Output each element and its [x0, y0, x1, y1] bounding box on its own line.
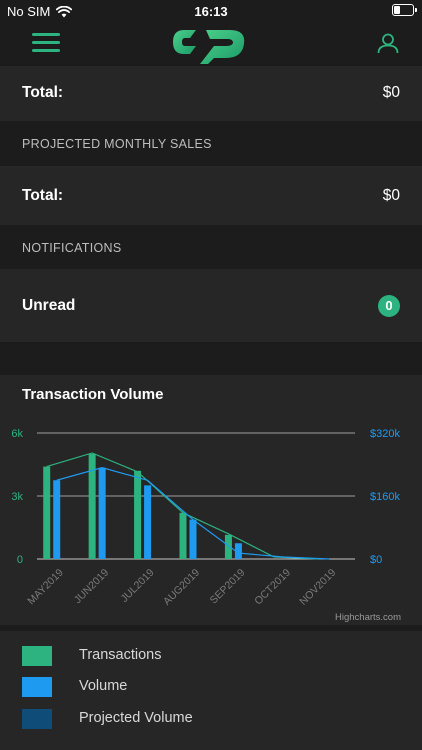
legend-label-transactions: Transactions: [79, 647, 162, 663]
projected-total-value: $0: [382, 187, 400, 204]
x-tick-label: SEP2019: [208, 567, 248, 607]
menu-icon[interactable]: [32, 31, 60, 55]
legend-swatch-transactions: [22, 646, 52, 666]
notifications-header: NOTIFICATIONS: [22, 241, 122, 255]
summary-total-row: Total: $0: [0, 66, 422, 121]
status-right: [392, 4, 417, 16]
legend-swatch-volume: [22, 677, 52, 697]
legend-label-volume: Volume: [79, 678, 128, 694]
status-time: 16:13: [194, 4, 228, 19]
chart-credits[interactable]: Highcharts.com: [335, 612, 401, 623]
status-bar: No SIM 16:13: [0, 0, 422, 22]
battery-icon: [392, 4, 417, 16]
unread-badge: 0: [378, 295, 400, 317]
summary-total-value: $0: [382, 84, 400, 101]
y-left-tick-label: 3k: [11, 491, 23, 503]
y-left-tick-label: 0: [17, 554, 23, 566]
y-right-tick-label: $320k: [370, 428, 400, 440]
user-icon[interactable]: [377, 32, 399, 54]
summary-total-label: Total:: [22, 84, 64, 101]
projected-header: PROJECTED MONTHLY SALES: [22, 137, 212, 151]
bar-volume: [53, 480, 61, 559]
bar-volume: [189, 519, 197, 559]
bar-volume: [144, 485, 152, 559]
bar-volume: [98, 467, 106, 559]
y-right-tick-label: $160k: [370, 491, 400, 503]
y-right-tick-label: $0: [370, 554, 382, 566]
legend-item-volume[interactable]: Volume: [0, 672, 422, 702]
x-tick-label: JUN2019: [72, 567, 112, 607]
y-left-tick-label: 6k: [11, 428, 23, 440]
legend-swatch-projected-volume: [22, 709, 52, 729]
legend-item-projected-volume[interactable]: Projected Volume: [0, 704, 422, 734]
x-tick-label: AUG2019: [161, 567, 202, 608]
projected-total-label: Total:: [22, 187, 64, 204]
legend-item-transactions[interactable]: Transactions: [0, 641, 422, 671]
bar-transactions: [134, 470, 142, 559]
x-tick-label: MAY2019: [25, 567, 66, 608]
projected-total-row: Total: $0: [0, 166, 422, 225]
x-tick-label: JUL2019: [118, 567, 156, 605]
unread-label: Unread: [22, 297, 76, 314]
legend-label-projected-volume: Projected Volume: [79, 710, 193, 726]
chart-panel: Transaction Volume 0 3k 6k $0 $160k $320k MAY2…: [0, 375, 422, 625]
legend-panel: Transactions Volume Projected Volume: [0, 631, 422, 750]
transaction-volume-chart: 0 3k 6k $0 $160k $320k MAY2019 JUN2019 JUL2019 AU…: [11, 428, 400, 608]
nav-bar: [0, 22, 422, 66]
logo: [173, 30, 245, 64]
x-tick-label: NOV2019: [297, 567, 338, 608]
unread-row[interactable]: Unread 0: [0, 269, 422, 342]
bar-transactions: [43, 466, 51, 559]
x-tick-label: OCT2019: [252, 567, 293, 608]
bar-transactions: [179, 512, 187, 559]
